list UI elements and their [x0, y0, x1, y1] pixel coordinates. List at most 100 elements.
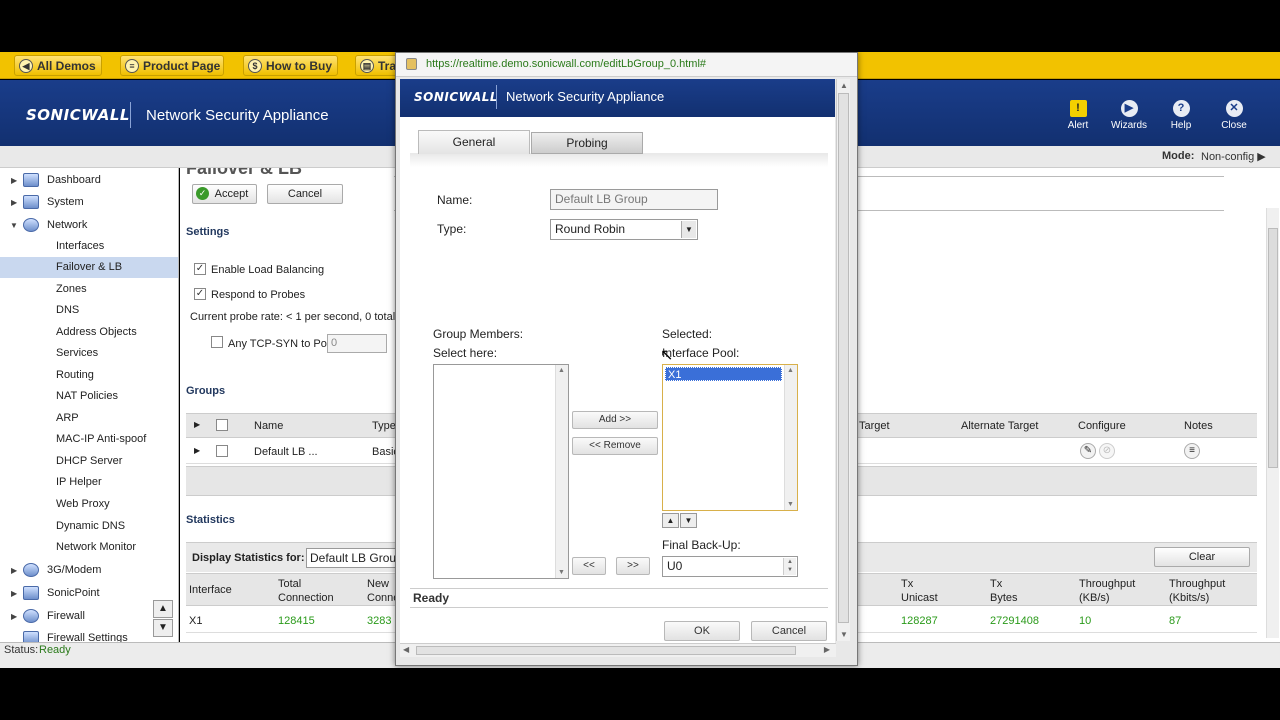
dashboard-icon — [23, 173, 39, 187]
sidebar-item-3g-modem[interactable]: ▶ 3G/Modem — [0, 560, 178, 581]
expand-arrow-icon: ▶ — [11, 612, 18, 621]
move-up-button[interactable]: ▲ — [662, 513, 679, 528]
sonicpoint-icon — [23, 586, 39, 600]
list-scrollbar[interactable]: ▲ ▼ — [784, 365, 797, 510]
sidebar-item-system[interactable]: ▶ System — [0, 192, 178, 213]
how-to-buy-button[interactable]: $ How to Buy — [243, 55, 338, 76]
interface-pool-label: Interface Pool: — [662, 346, 740, 360]
chevron-down-icon[interactable]: ▼ — [681, 221, 696, 238]
sidebar-item-routing[interactable]: Routing — [0, 365, 178, 386]
final-backup-select[interactable]: U0 ▲ ▼ — [662, 556, 798, 577]
probe-rate-text: Current probe rate: < 1 per second, 0 to… — [190, 311, 396, 323]
expand-arrow-icon[interactable]: ▶ — [194, 446, 200, 455]
popup-horizontal-scrollbar[interactable]: ◀ ▶ — [400, 643, 836, 657]
popup-body: General Probing Name: Default LB Group T… — [400, 117, 835, 657]
cancel-button[interactable]: Cancel — [751, 621, 827, 641]
sidebar-item-ip-helper[interactable]: IP Helper — [0, 472, 178, 493]
alert-button[interactable]: ! Alert — [1058, 100, 1098, 131]
sidebar-item-address-objects[interactable]: Address Objects — [0, 322, 178, 343]
respond-probes-checkbox[interactable]: ✓ — [194, 288, 206, 300]
add-button[interactable]: Add >> — [572, 411, 658, 429]
ok-button[interactable]: OK — [664, 621, 740, 641]
tab-general[interactable]: General — [418, 130, 530, 154]
tcp-syn-port-input[interactable]: 0 — [327, 334, 387, 353]
clear-button[interactable]: Clear — [1154, 547, 1250, 567]
enable-lb-checkbox[interactable]: ✓ — [194, 263, 206, 275]
sidebar-item-failover-lb[interactable]: Failover & LB — [0, 257, 178, 278]
popup-url[interactable]: https://realtime.demo.sonicwall.com/edit… — [426, 58, 706, 70]
mode-value[interactable]: Non-config ▶ — [1201, 150, 1266, 163]
book-icon: ▤ — [360, 59, 374, 73]
sidebar-item-nat-policies[interactable]: NAT Policies — [0, 386, 178, 407]
wizard-icon: ▶ — [1120, 100, 1138, 117]
help-icon: ? — [1172, 100, 1190, 117]
wizards-button[interactable]: ▶ Wizards — [1109, 100, 1149, 131]
sidebar-item-network-monitor[interactable]: Network Monitor — [0, 537, 178, 558]
popup-status-text: Ready — [413, 591, 450, 605]
sidebar-item-dhcp-server[interactable]: DHCP Server — [0, 451, 178, 472]
tab-probing[interactable]: Probing — [531, 132, 643, 154]
cancel-button[interactable]: Cancel — [267, 184, 343, 204]
firewall-icon — [23, 609, 39, 623]
sidebar-scroll-down[interactable]: ▼ — [153, 619, 173, 637]
sidebar-item-mac-ip-anti-spoof[interactable]: MAC-IP Anti-spoof — [0, 429, 178, 450]
main-scrollbar[interactable] — [1266, 208, 1279, 638]
checkmark-icon: ✓ — [196, 187, 209, 200]
scrollbar-thumb[interactable] — [1268, 228, 1278, 468]
display-for-label: Display Statistics for: — [192, 552, 305, 564]
popup-address-bar: https://realtime.demo.sonicwall.com/edit… — [396, 53, 857, 77]
globe-icon — [23, 218, 39, 232]
modem-icon — [23, 563, 39, 577]
notes-icon[interactable]: ≡ — [1184, 443, 1200, 459]
product-page-button[interactable]: ≡ Product Page — [120, 55, 224, 76]
move-down-button[interactable]: ▼ — [680, 513, 697, 528]
help-button[interactable]: ? Help — [1161, 100, 1201, 131]
sonicwall-logo: SONICWALL — [26, 106, 130, 124]
type-select[interactable]: Round Robin ▼ — [550, 219, 698, 240]
delete-icon[interactable]: ⊘ — [1099, 443, 1115, 459]
name-field[interactable]: Default LB Group — [550, 189, 718, 210]
scrollbar-thumb[interactable] — [416, 646, 796, 655]
statistics-heading: Statistics — [186, 514, 235, 526]
move-all-left-button[interactable]: << — [572, 557, 606, 575]
scrollbar-thumb[interactable] — [838, 93, 849, 623]
selected-members-list[interactable]: X1 ▲ ▼ — [662, 364, 798, 511]
collapse-arrow-icon: ▼ — [10, 221, 18, 230]
list-item[interactable]: X1 — [665, 367, 782, 381]
sidebar-item-arp[interactable]: ARP — [0, 408, 178, 429]
mode-label: Mode: — [1162, 150, 1195, 162]
close-icon: ✕ — [1225, 100, 1243, 117]
sidebar-item-dashboard[interactable]: ▶ Dashboard — [0, 170, 178, 191]
final-backup-label: Final Back-Up: — [662, 538, 741, 552]
sidebar-item-zones[interactable]: Zones — [0, 279, 178, 300]
remove-button[interactable]: << Remove — [572, 437, 658, 455]
tcp-syn-checkbox[interactable] — [211, 336, 223, 348]
sidebar-item-web-proxy[interactable]: Web Proxy — [0, 494, 178, 515]
sidebar-item-services[interactable]: Services — [0, 343, 178, 364]
select-all-checkbox[interactable] — [216, 419, 228, 431]
all-demos-button[interactable]: ◀ All Demos — [14, 55, 102, 76]
header-title: Network Security Appliance — [146, 107, 329, 124]
close-button[interactable]: ✕ Close — [1214, 100, 1254, 131]
display-for-select[interactable]: Default LB Grou — [306, 548, 406, 568]
sidebar-nav: ▶ Dashboard ▶ System ▼ Network Interface… — [0, 168, 179, 642]
sidebar-scroll-up[interactable]: ▲ — [153, 600, 173, 618]
sidebar-item-interfaces[interactable]: Interfaces — [0, 236, 178, 257]
row-checkbox[interactable] — [216, 445, 228, 457]
spinner-icon[interactable]: ▲ ▼ — [783, 558, 796, 575]
header-divider — [130, 102, 131, 128]
sidebar-item-dynamic-dns[interactable]: Dynamic DNS — [0, 516, 178, 537]
status-value: Ready — [39, 644, 71, 656]
available-members-list[interactable]: ▲ ▼ — [433, 364, 569, 579]
sidebar-item-network[interactable]: ▼ Network — [0, 215, 178, 236]
expand-arrow-icon: ▶ — [11, 566, 18, 575]
sidebar-item-dns[interactable]: DNS — [0, 300, 178, 321]
edit-icon[interactable]: ✎ — [1080, 443, 1096, 459]
accept-button[interactable]: ✓ Accept — [192, 184, 257, 204]
move-all-right-button[interactable]: >> — [616, 557, 650, 575]
popup-vertical-scrollbar[interactable]: ▲ ▼ — [836, 79, 850, 641]
alert-icon: ! — [1069, 100, 1087, 117]
list-scrollbar[interactable]: ▲ ▼ — [555, 365, 568, 578]
expand-arrow-icon: ▶ — [11, 176, 18, 185]
status-label: Status: — [4, 644, 39, 656]
